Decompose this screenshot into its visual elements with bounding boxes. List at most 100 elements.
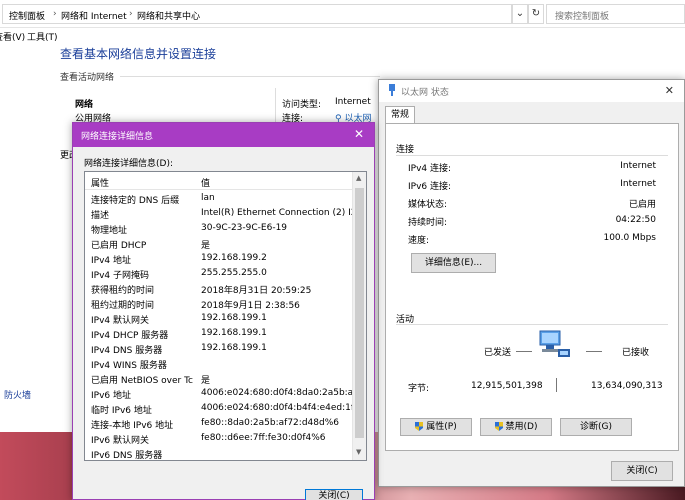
table-row[interactable]: IPv4 地址 192.168.199.2 bbox=[85, 251, 353, 266]
access-type-value: Internet bbox=[335, 97, 371, 107]
table-row[interactable]: 描述 Intel(R) Ethernet Connection (2) I219- bbox=[85, 206, 366, 221]
row-value: 是 bbox=[201, 376, 211, 386]
table-row[interactable]: IPv4 子网掩码 255.255.255.0 bbox=[85, 266, 353, 281]
close-button[interactable]: 关闭(C) bbox=[305, 489, 363, 500]
row-value: 是 bbox=[201, 241, 211, 251]
row-value: 2018年9月1日 2:38:56 bbox=[201, 301, 300, 311]
page-title: 查看基本网络信息并设置连接 bbox=[60, 47, 217, 61]
table-row[interactable]: IPv4 默认网关 192.168.199.1 bbox=[85, 311, 353, 326]
scroll-down-icon[interactable]: ▼ bbox=[356, 448, 361, 456]
breadcrumb-control-panel[interactable]: 控制面板 bbox=[9, 9, 45, 22]
table-row[interactable]: IPv4 WINS 服务器 bbox=[85, 356, 353, 371]
table-row[interactable]: IPv6 DNS 服务器 bbox=[85, 446, 353, 461]
properties-button[interactable]: 属性(P) bbox=[400, 418, 472, 436]
disable-label: 禁用(D) bbox=[505, 422, 538, 432]
bytes-sent-value: 12,915,501,398 bbox=[471, 381, 543, 391]
network-activity-icon bbox=[539, 330, 570, 357]
close-icon[interactable]: ✕ bbox=[354, 127, 364, 141]
row-property: 物理地址 bbox=[91, 226, 128, 236]
divider bbox=[396, 155, 668, 156]
menu-view[interactable]: 查看(V) bbox=[0, 30, 25, 43]
ipv4-connection-value: Internet bbox=[620, 161, 656, 171]
table-row[interactable]: 临时 IPv6 地址 4006:e024:680:d0f4:b4f4:e4ed:1… bbox=[85, 401, 366, 416]
details-button[interactable]: 详细信息(E)... bbox=[411, 253, 496, 273]
ipv4-connection-label: IPv4 连接: bbox=[408, 164, 452, 174]
duration-value: 04:22:50 bbox=[615, 215, 656, 225]
scroll-up-icon[interactable]: ▲ bbox=[356, 174, 361, 182]
table-row[interactable]: 物理地址 30-9C-23-9C-E6-19 bbox=[85, 221, 353, 236]
row-property: IPv4 DNS 服务器 bbox=[91, 346, 163, 356]
row-property: 描述 bbox=[91, 211, 110, 221]
divider bbox=[556, 378, 557, 392]
ipv6-connection-value: Internet bbox=[620, 179, 656, 189]
breadcrumb-network-internet[interactable]: 网络和 Internet bbox=[61, 9, 127, 22]
media-state-value: 已启用 bbox=[628, 200, 656, 210]
refresh-icon[interactable]: ↻ bbox=[528, 4, 544, 24]
row-property: IPv6 DNS 服务器 bbox=[91, 451, 163, 461]
ethernet-icon bbox=[389, 84, 395, 96]
close-button[interactable]: 关闭(C) bbox=[611, 461, 673, 481]
dialog-title: 以太网 状态 bbox=[401, 88, 449, 98]
table-row[interactable]: 已启用 NetBIOS over Tc 是 bbox=[85, 371, 353, 386]
chevron-down-icon[interactable]: ⌄ bbox=[512, 4, 528, 24]
active-network-heading: 查看活动网络 bbox=[60, 73, 115, 83]
row-property: 连接-本地 IPv6 地址 bbox=[91, 421, 174, 431]
divider bbox=[120, 76, 380, 77]
duration-label: 持续时间: bbox=[408, 218, 448, 228]
vertical-scrollbar[interactable]: ▲ ▼ bbox=[352, 172, 366, 460]
table-row[interactable]: 连接-本地 IPv6 地址 fe80::8da0:2a5b:af72:d48d%6 bbox=[85, 416, 353, 431]
disable-button[interactable]: 禁用(D) bbox=[480, 418, 552, 436]
network-name: 网络 bbox=[75, 100, 94, 110]
row-value: 4006:e024:680:d0f4:8da0:2a5b:af72:d bbox=[201, 388, 367, 398]
breadcrumb-separator: › bbox=[129, 9, 133, 19]
column-header-value[interactable]: 值 bbox=[201, 176, 210, 189]
shield-icon bbox=[415, 422, 424, 431]
divider bbox=[586, 351, 602, 352]
tab-general[interactable]: 常规 bbox=[385, 106, 415, 124]
table-row[interactable]: IPv6 默认网关 fe80::d6ee:7ff:fe30:d0f4%6 bbox=[85, 431, 353, 446]
scrollbar-thumb[interactable] bbox=[355, 188, 364, 438]
close-icon[interactable]: ✕ bbox=[665, 84, 674, 97]
column-header-property[interactable]: 属性 bbox=[91, 176, 109, 189]
diagnose-button[interactable]: 诊断(G) bbox=[560, 418, 632, 436]
table-row[interactable]: 获得租约的时间 2018年8月31日 20:59:25 bbox=[85, 281, 353, 296]
table-row[interactable]: 连接特定的 DNS 后缀 lan bbox=[85, 191, 353, 206]
row-property: IPv6 默认网关 bbox=[91, 436, 149, 446]
row-value: fe80::d6ee:7ff:fe30:d0f4%6 bbox=[201, 433, 326, 443]
menu-tools[interactable]: 工具(T) bbox=[27, 30, 58, 43]
properties-label: 属性(P) bbox=[426, 422, 457, 432]
row-property: 已启用 NetBIOS over Tc bbox=[91, 376, 193, 386]
search-input[interactable]: 搜索控制面板 bbox=[546, 4, 685, 24]
row-property: IPv4 DHCP 服务器 bbox=[91, 331, 169, 341]
bytes-label: 字节: bbox=[408, 384, 430, 394]
general-panel: 连接 IPv4 连接: Internet IPv6 连接: Internet 媒… bbox=[385, 123, 679, 451]
row-value: 192.168.199.1 bbox=[201, 328, 267, 338]
connection-details-dialog: 网络连接详细信息 ✕ 网络连接详细信息(D): 属性 值 连接特定的 DNS 后… bbox=[72, 122, 375, 500]
row-property: IPv4 子网掩码 bbox=[91, 271, 149, 281]
search-placeholder: 搜索控制面板 bbox=[555, 12, 610, 22]
row-property: 临时 IPv6 地址 bbox=[91, 406, 152, 416]
sent-label: 已发送 bbox=[484, 348, 512, 358]
address-bar: 控制面板 › 网络和 Internet › 网络和共享中心 ⌄ ↻ 搜索控制面板 bbox=[0, 0, 685, 28]
row-property: 连接特定的 DNS 后缀 bbox=[91, 196, 180, 206]
row-value: fe80::8da0:2a5b:af72:d48d%6 bbox=[201, 418, 339, 428]
received-label: 已接收 bbox=[622, 348, 650, 358]
firewall-link[interactable]: 防火墙 bbox=[4, 388, 31, 401]
shield-icon bbox=[494, 422, 503, 431]
divider bbox=[516, 351, 532, 352]
breadcrumb-sharing-center[interactable]: 网络和共享中心 bbox=[137, 9, 200, 22]
table-row[interactable]: IPv6 地址 4006:e024:680:d0f4:8da0:2a5b:af72… bbox=[85, 386, 366, 401]
table-row[interactable]: 租约过期的时间 2018年9月1日 2:38:56 bbox=[85, 296, 353, 311]
row-value: Intel(R) Ethernet Connection (2) I219- bbox=[201, 208, 367, 218]
title-bar: 以太网 状态 ✕ bbox=[379, 80, 684, 102]
details-list[interactable]: 属性 值 连接特定的 DNS 后缀 lan 描述 Intel(R) Ethernet … bbox=[84, 171, 367, 461]
breadcrumb[interactable]: 控制面板 › 网络和 Internet › 网络和共享中心 bbox=[2, 4, 512, 24]
row-property: 已启用 DHCP bbox=[91, 241, 147, 251]
table-row[interactable]: IPv4 DNS 服务器 192.168.199.1 bbox=[85, 341, 353, 356]
table-row[interactable]: IPv4 DHCP 服务器 192.168.199.1 bbox=[85, 326, 353, 341]
row-value: 30-9C-23-9C-E6-19 bbox=[201, 223, 288, 233]
ethernet-status-dialog: 以太网 状态 ✕ 常规 连接 IPv4 连接: Internet IPv6 连接… bbox=[378, 79, 685, 487]
row-property: 租约过期的时间 bbox=[91, 301, 155, 311]
row-property: 获得租约的时间 bbox=[91, 286, 155, 296]
table-row[interactable]: 已启用 DHCP 是 bbox=[85, 236, 353, 251]
